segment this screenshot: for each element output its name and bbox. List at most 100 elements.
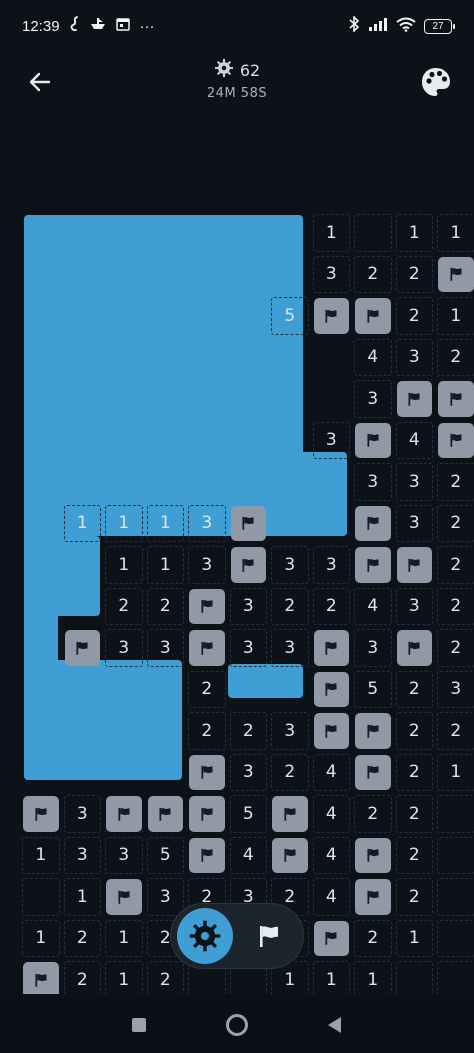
number-cell[interactable]: 5: [145, 835, 187, 877]
number-cell[interactable]: 4: [311, 793, 353, 835]
hidden-cell[interactable]: [435, 793, 474, 835]
flagged-cell[interactable]: [62, 627, 104, 669]
number-cell[interactable]: 3: [103, 835, 145, 877]
number-cell[interactable]: 2: [145, 959, 187, 994]
number-cell[interactable]: 2: [269, 752, 311, 794]
number-cell[interactable]: 2: [435, 461, 474, 503]
number-cell[interactable]: 4: [352, 337, 394, 379]
number-cell[interactable]: 2: [228, 710, 270, 752]
flagged-cell[interactable]: [352, 835, 394, 877]
flagged-cell[interactable]: [352, 876, 394, 918]
number-cell[interactable]: 2: [145, 586, 187, 628]
flagged-cell[interactable]: [394, 627, 436, 669]
hidden-cell[interactable]: [435, 876, 474, 918]
number-cell[interactable]: 2: [352, 918, 394, 960]
flagged-cell[interactable]: [228, 503, 270, 545]
number-cell[interactable]: 2: [186, 710, 228, 752]
hidden-cell[interactable]: [435, 835, 474, 877]
number-cell[interactable]: 1: [103, 959, 145, 994]
number-cell[interactable]: 1: [145, 503, 187, 545]
number-cell[interactable]: 2: [435, 710, 474, 752]
flagged-cell[interactable]: [103, 793, 145, 835]
flagged-cell[interactable]: [186, 793, 228, 835]
number-cell[interactable]: 3: [352, 627, 394, 669]
flagged-cell[interactable]: [352, 503, 394, 545]
number-cell[interactable]: 4: [352, 586, 394, 628]
number-cell[interactable]: 3: [228, 752, 270, 794]
number-cell[interactable]: 2: [435, 503, 474, 545]
flagged-cell[interactable]: [145, 793, 187, 835]
flagged-cell[interactable]: [352, 295, 394, 337]
flagged-cell[interactable]: [103, 876, 145, 918]
number-cell[interactable]: 3: [352, 461, 394, 503]
number-cell[interactable]: 4: [311, 876, 353, 918]
number-cell[interactable]: 2: [311, 586, 353, 628]
number-cell[interactable]: 3: [435, 669, 474, 711]
number-cell[interactable]: 3: [311, 254, 353, 296]
number-cell[interactable]: 2: [62, 959, 104, 994]
number-cell[interactable]: 1: [20, 918, 62, 960]
number-cell[interactable]: 2: [394, 295, 436, 337]
flagged-cell[interactable]: [435, 420, 474, 462]
number-cell[interactable]: 2: [186, 669, 228, 711]
flagged-cell[interactable]: [311, 710, 353, 752]
number-cell[interactable]: 1: [145, 544, 187, 586]
number-cell[interactable]: 3: [394, 461, 436, 503]
hidden-cell[interactable]: [435, 959, 474, 994]
back-nav-button[interactable]: [320, 1010, 350, 1040]
number-cell[interactable]: 2: [394, 835, 436, 877]
number-cell[interactable]: 3: [62, 793, 104, 835]
flagged-cell[interactable]: [352, 544, 394, 586]
flagged-cell[interactable]: [394, 378, 436, 420]
number-cell[interactable]: 2: [435, 544, 474, 586]
home-button[interactable]: [222, 1010, 252, 1040]
number-cell[interactable]: 2: [62, 918, 104, 960]
number-cell[interactable]: 5: [228, 793, 270, 835]
number-cell[interactable]: 1: [311, 959, 353, 994]
number-cell[interactable]: 2: [394, 876, 436, 918]
flagged-cell[interactable]: [352, 420, 394, 462]
number-cell[interactable]: 1: [62, 503, 104, 545]
flagged-cell[interactable]: [352, 752, 394, 794]
number-cell[interactable]: 1: [103, 503, 145, 545]
number-cell[interactable]: 1: [20, 835, 62, 877]
flagged-cell[interactable]: [186, 835, 228, 877]
number-cell[interactable]: 3: [186, 544, 228, 586]
number-cell[interactable]: 1: [435, 295, 474, 337]
number-cell[interactable]: 3: [145, 627, 187, 669]
number-cell[interactable]: 2: [435, 337, 474, 379]
flagged-cell[interactable]: [269, 835, 311, 877]
flagged-cell[interactable]: [352, 710, 394, 752]
number-cell[interactable]: 2: [435, 627, 474, 669]
flagged-cell[interactable]: [311, 295, 353, 337]
number-cell[interactable]: 5: [269, 295, 311, 337]
reveal-mode-button[interactable]: [177, 908, 233, 964]
hidden-cell[interactable]: [352, 212, 394, 254]
number-cell[interactable]: 3: [186, 503, 228, 545]
flagged-cell[interactable]: [394, 544, 436, 586]
flagged-cell[interactable]: [228, 544, 270, 586]
flagged-cell[interactable]: [186, 752, 228, 794]
flagged-cell[interactable]: [269, 793, 311, 835]
number-cell[interactable]: 2: [269, 586, 311, 628]
number-cell[interactable]: 1: [435, 752, 474, 794]
number-cell[interactable]: 1: [103, 544, 145, 586]
recents-button[interactable]: [124, 1010, 154, 1040]
number-cell[interactable]: 1: [394, 918, 436, 960]
number-cell[interactable]: 1: [311, 212, 353, 254]
number-cell[interactable]: 1: [62, 876, 104, 918]
flagged-cell[interactable]: [311, 669, 353, 711]
hidden-cell[interactable]: [20, 876, 62, 918]
number-cell[interactable]: 2: [103, 586, 145, 628]
theme-palette-button[interactable]: [416, 62, 456, 102]
number-cell[interactable]: 2: [394, 793, 436, 835]
number-cell[interactable]: 1: [435, 212, 474, 254]
number-cell[interactable]: 3: [269, 544, 311, 586]
flagged-cell[interactable]: [186, 586, 228, 628]
number-cell[interactable]: 1: [394, 212, 436, 254]
flagged-cell[interactable]: [186, 627, 228, 669]
number-cell[interactable]: 2: [352, 793, 394, 835]
number-cell[interactable]: 2: [394, 254, 436, 296]
number-cell[interactable]: 2: [394, 752, 436, 794]
number-cell[interactable]: 1: [103, 918, 145, 960]
